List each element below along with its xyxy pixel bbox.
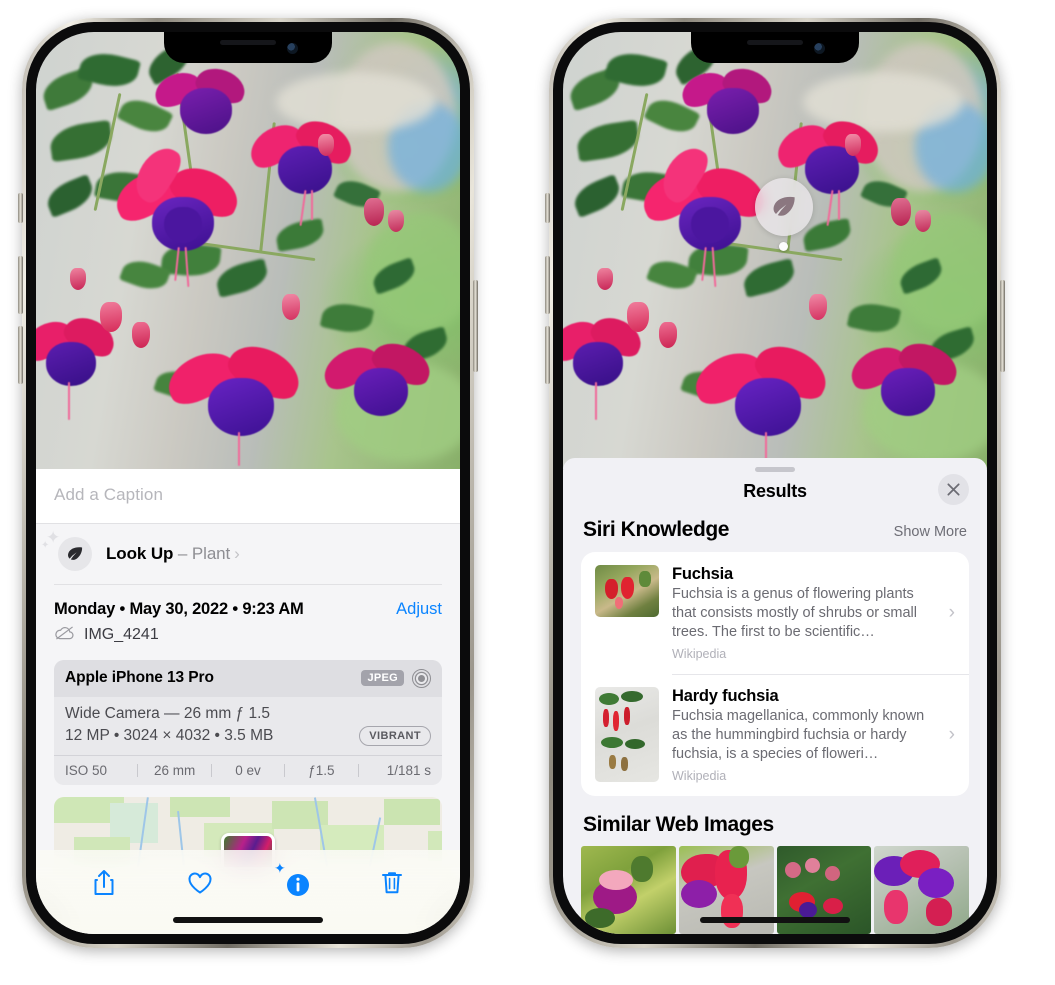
knowledge-item[interactable]: Hardy fuchsia Fuchsia magellanica, commo…	[581, 674, 969, 796]
look-up-label: Look Up – Plant ›	[106, 544, 240, 564]
look-up-title: Look Up	[106, 544, 174, 563]
results-header: Results	[563, 472, 987, 518]
exif-focal-length: 26 mm	[153, 762, 196, 778]
left-phone-screen: Add a Caption ✦ ✦ Look Up – Plant › Mond…	[36, 32, 460, 934]
exif-row: ISO 50 26 mm 0 ev ƒ1.5 1/181 s	[54, 754, 442, 785]
earpiece-speaker	[747, 40, 803, 45]
date-row: Monday • May 30, 2022 • 9:23 AM Adjust	[54, 585, 442, 619]
mute-switch[interactable]	[545, 193, 550, 223]
look-up-subject: Plant	[191, 544, 231, 563]
visual-look-up-anchor-dot	[779, 242, 788, 251]
file-row: IMG_4241	[54, 619, 442, 660]
leaf-icon	[773, 196, 795, 216]
notch	[164, 32, 332, 63]
adjust-button[interactable]: Adjust	[396, 600, 442, 619]
photo-viewer[interactable]	[563, 32, 987, 469]
caption-input[interactable]: Add a Caption	[36, 469, 460, 523]
similar-web-images-header: Similar Web Images	[563, 796, 987, 846]
photo-info-sheet: Add a Caption ✦ ✦ Look Up – Plant › Mond…	[36, 469, 460, 934]
knowledge-description: Fuchsia is a genus of flowering plants t…	[672, 586, 917, 640]
home-indicator[interactable]	[173, 917, 323, 923]
sparkle-icon: ✦	[274, 860, 286, 876]
volume-down-button[interactable]	[545, 326, 550, 384]
chevron-right-icon: ›	[234, 544, 240, 563]
photo-viewer[interactable]	[36, 32, 460, 469]
look-up-dash: –	[173, 544, 192, 563]
heart-icon[interactable]	[180, 863, 220, 903]
right-phone: Results Siri Knowledge Show More Fuchsia…	[545, 18, 1005, 948]
front-camera	[287, 43, 298, 54]
exif-aperture: ƒ1.5	[308, 762, 335, 778]
show-more-button[interactable]: Show More	[894, 524, 967, 540]
screenshot-stage: Add a Caption ✦ ✦ Look Up – Plant › Mond…	[0, 0, 1055, 985]
sparkle-small-icon: ✦	[41, 540, 50, 551]
volume-down-button[interactable]	[18, 326, 23, 384]
knowledge-title: Hardy fuchsia	[672, 687, 779, 706]
close-icon[interactable]	[938, 474, 969, 505]
exif-exposure-bias: 0 ev	[235, 762, 261, 778]
knowledge-thumbnail	[595, 687, 659, 783]
exif-shutter-speed: 1/181 s	[386, 762, 432, 778]
chevron-right-icon: ›	[948, 723, 955, 745]
format-badge: JPEG	[361, 670, 404, 686]
siri-knowledge-title: Siri Knowledge	[583, 518, 730, 541]
volume-up-button[interactable]	[18, 256, 23, 314]
knowledge-description: Fuchsia magellanica, commonly known as t…	[672, 708, 925, 762]
similar-image-thumb[interactable]	[581, 845, 676, 934]
similar-web-images-title: Similar Web Images	[583, 812, 774, 836]
icloud-slash-icon	[54, 625, 75, 646]
notch	[691, 32, 859, 63]
look-up-row[interactable]: ✦ ✦ Look Up – Plant ›	[36, 523, 460, 584]
info-sparkle-icon[interactable]: ✦	[274, 860, 316, 903]
camera-card-body: Wide Camera — 26 mm ƒ 1.5 12 MP • 3024 ×…	[54, 697, 442, 755]
front-camera	[814, 43, 825, 54]
camera-card-header: Apple iPhone 13 Pro JPEG	[54, 659, 442, 697]
knowledge-source: Wikipedia	[672, 646, 727, 661]
leaf-icon: ✦ ✦	[41, 529, 92, 571]
knowledge-title: Fuchsia	[672, 565, 733, 583]
chevron-right-icon: ›	[948, 601, 955, 623]
siri-knowledge-header: Siri Knowledge Show More	[563, 518, 987, 552]
siri-knowledge-card: Fuchsia Fuchsia is a genus of flowering …	[581, 552, 969, 796]
left-phone: Add a Caption ✦ ✦ Look Up – Plant › Mond…	[18, 18, 478, 948]
right-phone-screen: Results Siri Knowledge Show More Fuchsia…	[563, 32, 987, 934]
raw-target-icon[interactable]	[412, 668, 431, 688]
home-indicator[interactable]	[700, 917, 850, 923]
camera-model: Apple iPhone 13 Pro	[65, 669, 214, 686]
lens-info: Wide Camera — 26 mm ƒ 1.5	[65, 704, 271, 722]
file-name: IMG_4241	[84, 626, 159, 643]
results-sheet: Results Siri Knowledge Show More Fuchsia…	[563, 458, 987, 934]
earpiece-speaker	[220, 40, 276, 45]
knowledge-item[interactable]: Fuchsia Fuchsia is a genus of flowering …	[581, 552, 969, 674]
share-icon[interactable]	[84, 863, 124, 903]
camera-info-card: Apple iPhone 13 Pro JPEG Wide Camera — 2…	[54, 659, 442, 785]
results-title: Results	[743, 481, 807, 501]
knowledge-source: Wikipedia	[672, 768, 727, 783]
power-button[interactable]	[1000, 280, 1005, 372]
exif-iso: ISO 50	[65, 762, 108, 778]
image-size-info: 12 MP • 3024 × 4032 • 3.5 MB	[65, 726, 274, 744]
trash-icon[interactable]	[372, 863, 412, 903]
power-button[interactable]	[473, 280, 478, 372]
photographic-style-badge: VIBRANT	[359, 725, 431, 746]
mute-switch[interactable]	[18, 193, 23, 223]
photo-date: Monday • May 30, 2022 • 9:23 AM	[54, 599, 304, 618]
volume-up-button[interactable]	[545, 256, 550, 314]
visual-look-up-marker[interactable]	[755, 178, 813, 236]
metadata-section: Monday • May 30, 2022 • 9:23 AM Adjust I…	[36, 584, 460, 867]
similar-image-thumb[interactable]	[874, 845, 969, 934]
knowledge-thumbnail	[595, 565, 659, 617]
